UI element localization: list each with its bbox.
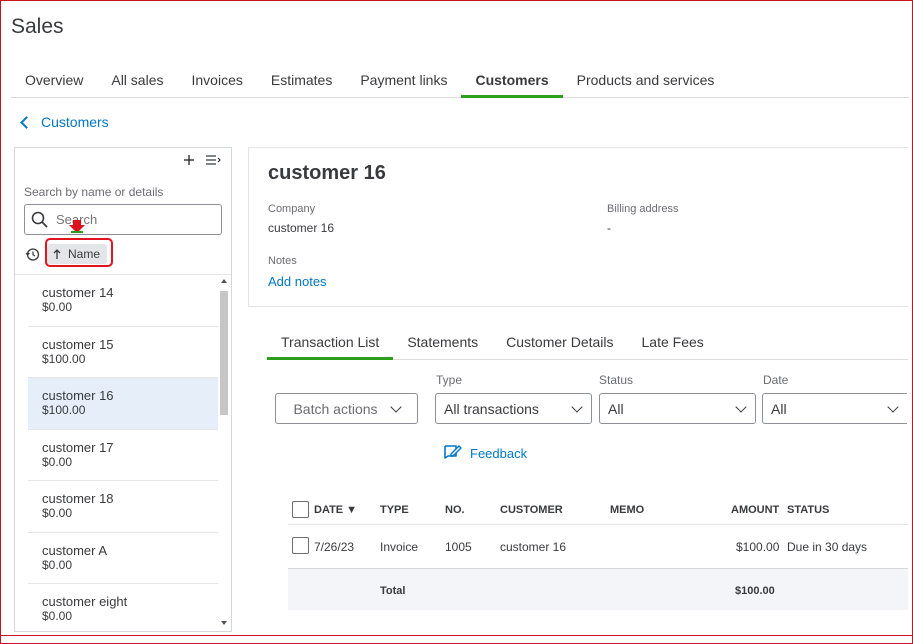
customer-name: customer 14 xyxy=(42,285,218,300)
feedback-icon xyxy=(443,444,462,462)
frame-divider xyxy=(0,635,913,636)
col-header-no[interactable]: NO. xyxy=(445,504,465,516)
tab-late-fees[interactable]: Late Fees xyxy=(628,330,718,359)
list-tools xyxy=(183,154,221,166)
customer-name: customer 17 xyxy=(42,440,218,455)
type-filter-label: Type xyxy=(436,373,462,387)
status-filter-label: Status xyxy=(599,373,633,387)
list-item-selected[interactable]: customer 16 $100.00 xyxy=(28,378,218,430)
status-filter-value: All xyxy=(608,401,624,417)
cell-date: 7/26/23 xyxy=(314,540,354,554)
tab-all-sales[interactable]: All sales xyxy=(97,64,177,97)
col-header-amount[interactable]: AMOUNT xyxy=(731,504,779,516)
tab-products-and-services[interactable]: Products and services xyxy=(563,64,729,97)
feedback-label: Feedback xyxy=(470,446,527,461)
billing-address-value: - xyxy=(607,221,611,235)
history-icon[interactable] xyxy=(25,247,40,262)
row-checkbox[interactable] xyxy=(292,537,309,554)
customer-subtabs: Transaction List Statements Customer Det… xyxy=(267,330,908,360)
customer-detail-card: customer 16 Company customer 16 Billing … xyxy=(248,147,908,307)
feedback-link[interactable]: Feedback xyxy=(443,444,527,462)
tab-customers[interactable]: Customers xyxy=(461,64,562,97)
tab-estimates[interactable]: Estimates xyxy=(257,64,346,97)
customer-list-panel: Search by name or details Name customer … xyxy=(14,147,232,632)
col-header-memo[interactable]: MEMO xyxy=(610,504,644,516)
col-header-status[interactable]: STATUS xyxy=(787,504,829,516)
customer-balance: $100.00 xyxy=(42,403,218,417)
scroll-thumb[interactable] xyxy=(220,291,228,415)
tab-payment-links[interactable]: Payment links xyxy=(346,64,461,97)
list-item[interactable]: customer 17 $0.00 xyxy=(28,430,218,482)
chevron-down-icon xyxy=(735,401,746,412)
list-item[interactable]: customer eight $0.00 xyxy=(28,584,218,632)
cell-amount: $100.00 xyxy=(736,540,779,554)
cell-status: Due in 30 days xyxy=(787,540,867,554)
col-header-type[interactable]: TYPE xyxy=(380,504,409,516)
header-divider xyxy=(288,524,908,525)
add-notes-link[interactable]: Add notes xyxy=(268,274,327,289)
list-item[interactable]: customer 15 $100.00 xyxy=(28,327,218,379)
scroll-down-arrow-icon[interactable] xyxy=(221,621,227,625)
batch-actions-dropdown[interactable]: Batch actions xyxy=(275,393,418,424)
select-all-checkbox[interactable] xyxy=(292,501,309,518)
customer-name: customer 15 xyxy=(42,337,218,352)
date-filter-label: Date xyxy=(763,373,788,387)
tab-statements[interactable]: Statements xyxy=(393,330,492,359)
total-label: Total xyxy=(380,585,405,597)
main-tabs: Overview All sales Invoices Estimates Pa… xyxy=(11,64,909,98)
search-box[interactable] xyxy=(24,204,222,235)
customer-list: customer 14 $0.00 customer 15 $100.00 cu… xyxy=(28,275,218,632)
chevron-left-icon xyxy=(20,116,33,129)
type-filter-select[interactable]: All transactions xyxy=(435,393,592,424)
total-row: Total $100.00 xyxy=(288,568,908,610)
customer-name: customer A xyxy=(42,543,218,558)
customer-name: customer 18 xyxy=(42,491,218,506)
customer-title: customer 16 xyxy=(268,162,386,185)
tab-overview[interactable]: Overview xyxy=(11,64,97,97)
tab-transaction-list[interactable]: Transaction List xyxy=(267,330,393,359)
cell-customer: customer 16 xyxy=(500,540,566,554)
cell-no: 1005 xyxy=(445,540,472,554)
sort-highlight-annotation xyxy=(45,238,113,267)
list-item[interactable]: customer 18 $0.00 xyxy=(28,481,218,533)
arrow-down-annotation-icon xyxy=(69,220,85,234)
list-item[interactable]: customer 14 $0.00 xyxy=(28,275,218,327)
list-item[interactable]: customer A $0.00 xyxy=(28,533,218,585)
list-scrollbar[interactable] xyxy=(218,275,230,631)
chevron-down-icon xyxy=(390,401,401,412)
page-title: Sales xyxy=(11,15,64,39)
notes-label: Notes xyxy=(268,255,297,267)
status-filter-select[interactable]: All xyxy=(599,393,756,424)
cell-type[interactable]: Invoice xyxy=(380,540,418,554)
tab-customer-details[interactable]: Customer Details xyxy=(492,330,627,359)
chevron-down-icon xyxy=(887,401,898,412)
customer-balance: $100.00 xyxy=(42,352,218,366)
customer-name: customer 16 xyxy=(42,388,218,403)
back-link-label: Customers xyxy=(41,114,109,130)
date-filter-select[interactable]: All xyxy=(762,393,907,424)
add-icon[interactable] xyxy=(183,154,195,166)
billing-address-label: Billing address xyxy=(607,203,679,215)
chevron-down-icon xyxy=(571,401,582,412)
total-amount: $100.00 xyxy=(735,585,775,597)
customer-name: customer eight xyxy=(42,594,218,609)
col-header-customer[interactable]: CUSTOMER xyxy=(500,504,563,516)
tab-invoices[interactable]: Invoices xyxy=(178,64,257,97)
customer-balance: $0.00 xyxy=(42,558,218,572)
type-filter-value: All transactions xyxy=(444,401,539,417)
customer-balance: $0.00 xyxy=(42,506,218,520)
customer-balance: $0.00 xyxy=(42,300,218,314)
company-value: customer 16 xyxy=(268,221,334,235)
col-header-date[interactable]: DATE ▼ xyxy=(314,504,357,516)
company-label: Company xyxy=(268,203,315,215)
list-settings-icon[interactable] xyxy=(205,154,221,166)
customer-balance: $0.00 xyxy=(42,609,218,623)
search-label: Search by name or details xyxy=(24,185,163,199)
batch-actions-label: Batch actions xyxy=(293,401,377,417)
customer-balance: $0.00 xyxy=(42,455,218,469)
search-icon xyxy=(31,211,48,228)
date-filter-value: All xyxy=(771,401,787,417)
scroll-up-arrow-icon[interactable] xyxy=(221,279,227,283)
back-to-customers-link[interactable]: Customers xyxy=(19,114,109,130)
